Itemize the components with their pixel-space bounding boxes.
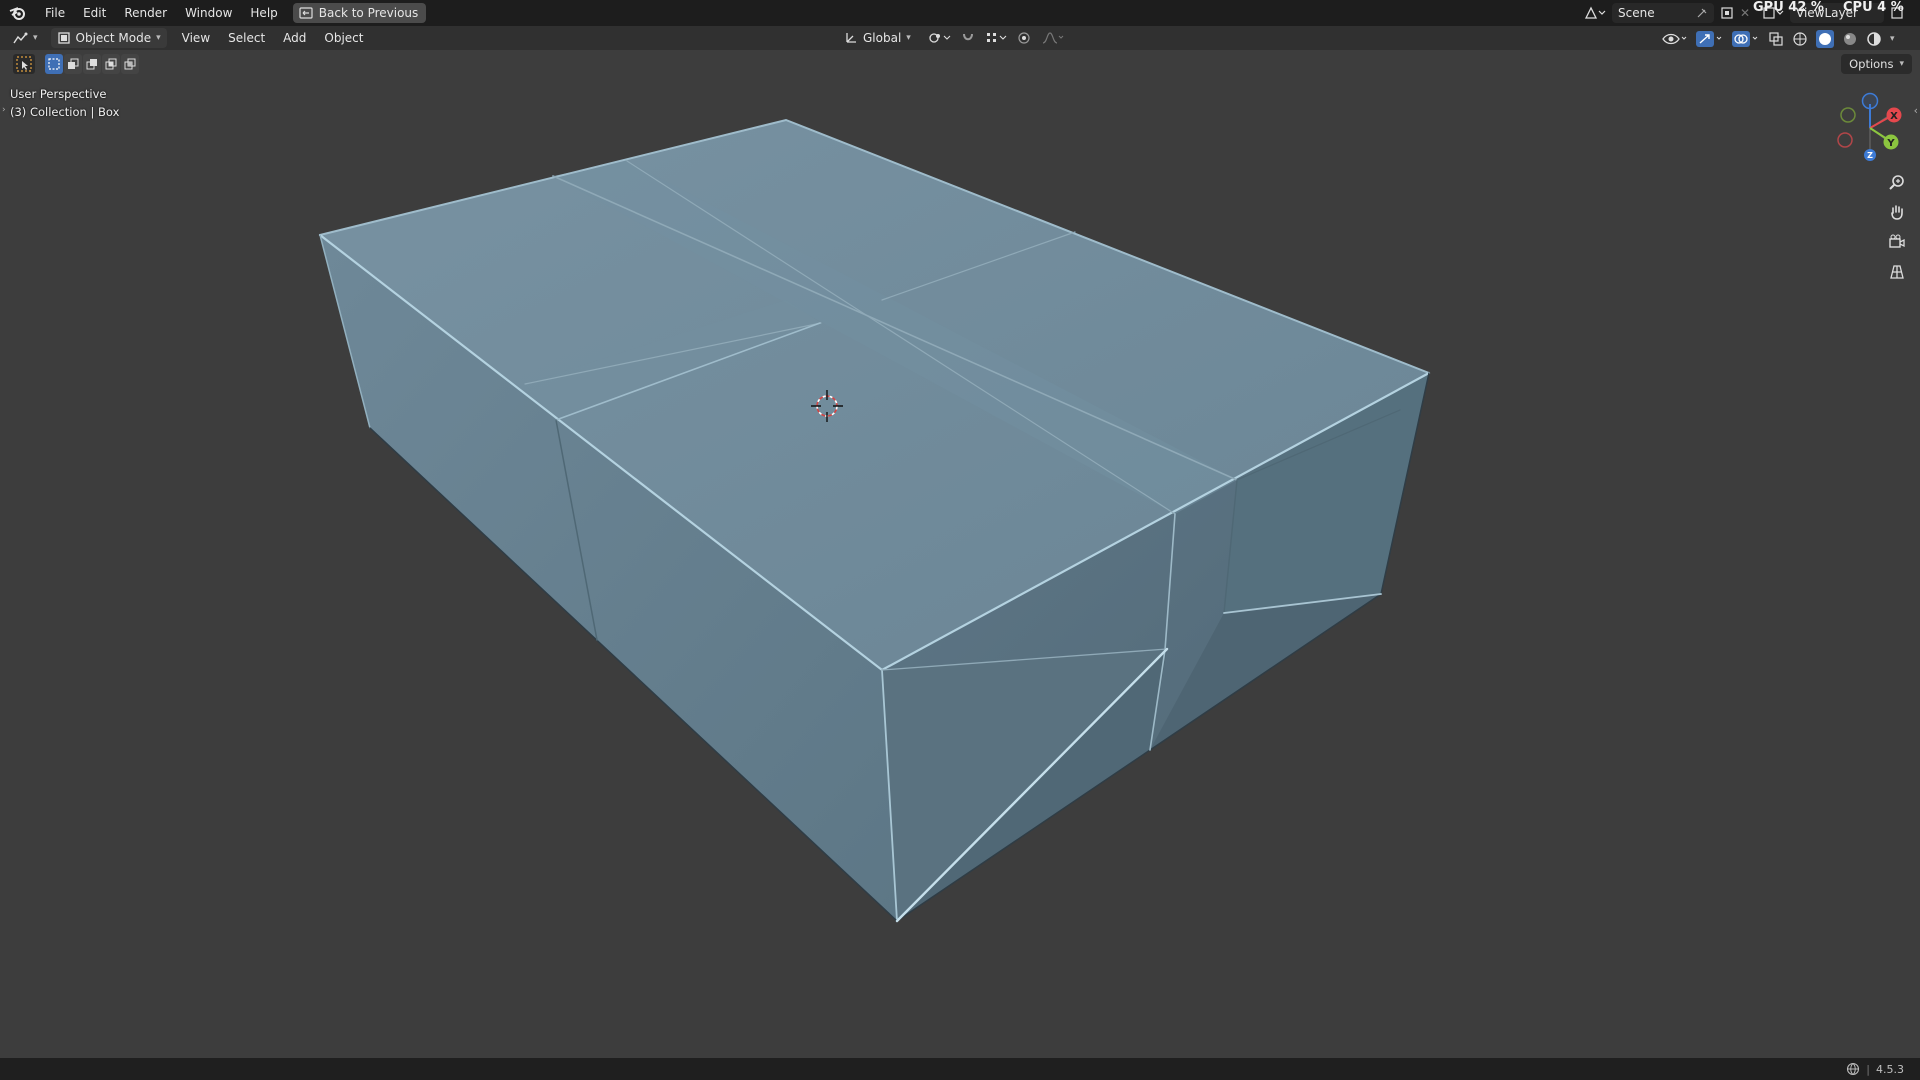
visibility-icon[interactable] — [1662, 32, 1688, 46]
gizmo-x-label: X — [1890, 111, 1898, 122]
camera-view-icon[interactable] — [1884, 229, 1910, 255]
material-shading-icon[interactable] — [1842, 31, 1858, 47]
object-mode-label: Object Mode — [75, 31, 152, 45]
object-mode-dropdown[interactable]: Object Mode ▾ — [50, 28, 167, 48]
menu-file[interactable]: File — [36, 0, 74, 26]
perspective-toggle-icon[interactable] — [1884, 259, 1910, 285]
viewport-3d-scene[interactable]: X Y Z — [0, 78, 1920, 1058]
globe-icon[interactable] — [1846, 1062, 1860, 1076]
overlays-toggle-icon[interactable] — [1732, 31, 1760, 47]
chevron-down-icon: ▾ — [1899, 59, 1904, 69]
falloff-icon[interactable] — [1041, 31, 1065, 45]
orientation-dropdown[interactable]: Global ▾ — [838, 28, 917, 48]
gpu-usage: GPU 42 % — [1753, 0, 1824, 15]
snap-target-icon[interactable] — [985, 31, 1007, 45]
orientation-icon — [844, 31, 858, 45]
tool-settings-row — [0, 50, 1920, 78]
top-menu-bar: File Edit Render Window Help Back to Pre… — [0, 0, 1920, 26]
cpu-usage: CPU 4 % — [1843, 0, 1904, 15]
navigation-gizmo[interactable]: X Y Z — [1837, 92, 1902, 162]
select-box-tool-icon[interactable] — [13, 54, 35, 74]
scene-name: Scene — [1618, 6, 1655, 20]
options-dropdown[interactable]: Options ▾ — [1841, 54, 1912, 74]
delete-scene-icon[interactable]: ✕ — [1740, 6, 1750, 20]
pivot-point-icon[interactable] — [927, 31, 951, 45]
menu-select[interactable]: Select — [219, 31, 274, 45]
editor-type-selector[interactable]: ▾ — [0, 31, 47, 45]
intersect-selection-icon[interactable] — [121, 54, 139, 74]
selection-mode-group — [45, 54, 139, 74]
menu-view[interactable]: View — [173, 31, 219, 45]
back-icon — [299, 7, 313, 19]
menu-render[interactable]: Render — [115, 0, 176, 26]
proportional-editing-icon[interactable] — [1017, 31, 1031, 45]
status-separator: | — [1866, 1062, 1870, 1076]
wireframe-shading-icon[interactable] — [1792, 31, 1808, 47]
chevron-down-icon[interactable]: ▾ — [1890, 34, 1895, 44]
solid-shading-icon[interactable] — [1816, 30, 1834, 48]
status-bar: | 4.5.3 — [0, 1058, 1920, 1080]
back-to-previous-label: Back to Previous — [318, 6, 419, 20]
chevron-down-icon: ▾ — [906, 33, 911, 43]
viewport-display-controls: ▾ — [1662, 30, 1895, 48]
transform-controls: Global ▾ — [838, 28, 1065, 48]
chevron-down-icon: ▾ — [33, 33, 38, 43]
object-mode-icon — [57, 31, 71, 45]
gizmo-z-label: Z — [1867, 151, 1873, 160]
scene-name-field[interactable]: Scene — [1612, 3, 1714, 23]
rendered-shading-icon[interactable] — [1866, 31, 1882, 47]
pin-icon[interactable] — [1696, 7, 1708, 19]
zoom-icon[interactable] — [1884, 169, 1910, 195]
new-scene-icon[interactable] — [1720, 6, 1734, 20]
menu-add[interactable]: Add — [274, 31, 315, 45]
gizmo-neg-y — [1840, 107, 1856, 123]
blender-logo-icon[interactable] — [0, 0, 36, 26]
menu-object[interactable]: Object — [315, 31, 372, 45]
gizmo-y-label: Y — [1886, 138, 1895, 149]
menu-window[interactable]: Window — [176, 0, 241, 26]
back-to-previous-button[interactable]: Back to Previous — [292, 3, 427, 23]
xray-toggle-icon[interactable] — [1768, 31, 1784, 47]
scene-selector[interactable]: Scene ✕ — [1584, 3, 1750, 23]
set-new-selection-icon[interactable] — [45, 54, 63, 74]
extend-selection-icon[interactable] — [64, 54, 82, 74]
scene-icon — [1584, 6, 1606, 20]
blender-version: 4.5.3 — [1876, 1062, 1904, 1076]
viewport-header: ▾ Object Mode ▾ View Select Add Object G… — [0, 26, 1920, 50]
gizmo-toggle-icon[interactable] — [1696, 31, 1724, 47]
invert-selection-icon[interactable] — [102, 54, 120, 74]
viewport-editor-icon — [12, 31, 30, 45]
chevron-down-icon: ▾ — [156, 33, 161, 43]
options-label: Options — [1849, 57, 1894, 71]
pan-hand-icon[interactable] — [1884, 199, 1910, 225]
subtract-selection-icon[interactable] — [83, 54, 101, 74]
menu-help[interactable]: Help — [241, 0, 286, 26]
menu-edit[interactable]: Edit — [74, 0, 115, 26]
orientation-label: Global — [863, 31, 902, 45]
gizmo-z-top — [1861, 92, 1879, 110]
gizmo-neg-x — [1837, 132, 1853, 148]
snap-toggle-icon[interactable] — [961, 31, 975, 45]
flap-left-triangle — [882, 649, 1167, 921]
